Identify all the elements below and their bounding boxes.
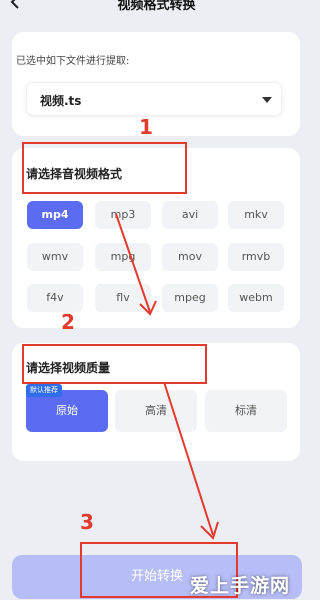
annotation-box-2 bbox=[22, 344, 207, 384]
annotation-box-1 bbox=[22, 142, 187, 194]
caret-down-icon bbox=[262, 97, 272, 103]
format-option-flv[interactable]: flv bbox=[95, 284, 151, 312]
watermark-text: 爱上手游网 bbox=[190, 575, 291, 597]
file-dropdown[interactable]: 视频.ts bbox=[26, 82, 282, 116]
quality-option-sd[interactable]: 标清 bbox=[205, 390, 287, 432]
selected-files-label: 已选中如下文件进行提取: bbox=[16, 56, 130, 67]
format-option-webm[interactable]: webm bbox=[228, 284, 284, 312]
top-bar: 视频格式转换 bbox=[0, 0, 313, 22]
format-option-rmvb[interactable]: rmvb bbox=[228, 243, 284, 271]
annotation-number-3: 3 bbox=[80, 510, 94, 534]
page-title: 视频格式转换 bbox=[117, 0, 196, 13]
format-option-avi[interactable]: avi bbox=[162, 201, 218, 229]
format-option-f4v[interactable]: f4v bbox=[27, 284, 83, 312]
format-option-wmv[interactable]: wmv bbox=[27, 243, 83, 271]
file-name: 视频.ts bbox=[40, 94, 82, 108]
quality-option-hd[interactable]: 高清 bbox=[115, 390, 197, 432]
annotation-number-1: 1 bbox=[139, 115, 153, 139]
annotation-number-2: 2 bbox=[61, 310, 75, 334]
format-option-mp4[interactable]: mp4 bbox=[27, 201, 83, 229]
format-option-mp3[interactable]: mp3 bbox=[95, 201, 151, 229]
format-option-mkv[interactable]: mkv bbox=[228, 201, 284, 229]
format-option-mpeg[interactable]: mpeg bbox=[162, 284, 218, 312]
format-option-mov[interactable]: mov bbox=[162, 243, 218, 271]
format-option-mpg[interactable]: mpg bbox=[95, 243, 151, 271]
recommended-badge: 默认推荐 bbox=[26, 384, 62, 397]
